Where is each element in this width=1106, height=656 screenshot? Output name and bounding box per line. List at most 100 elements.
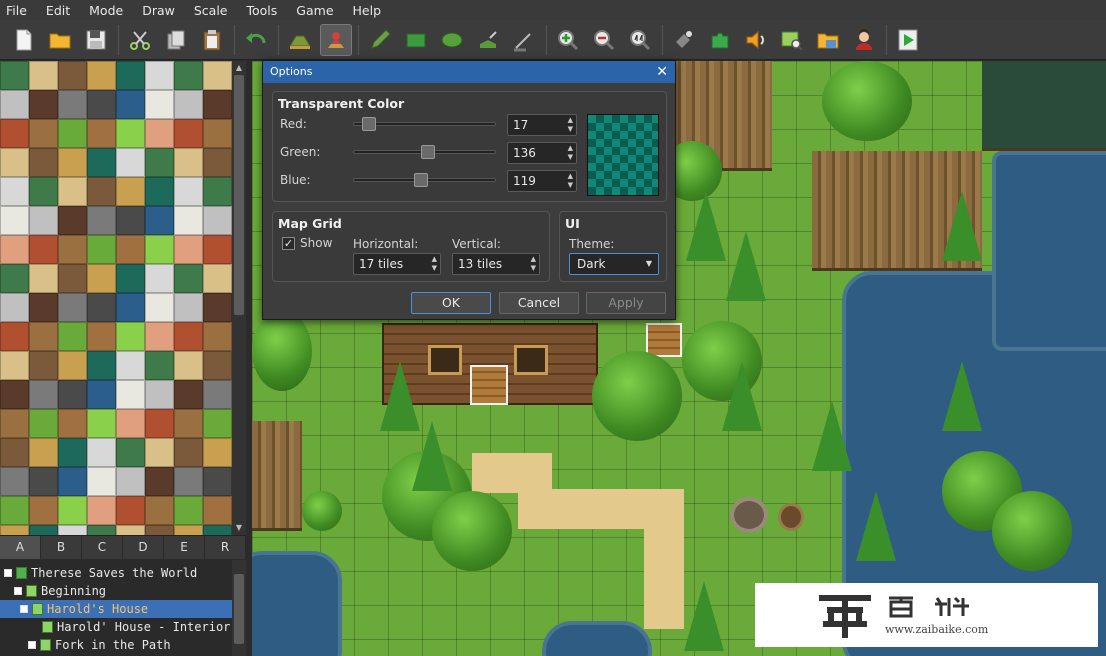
tree-item-project[interactable]: Therese Saves the World xyxy=(4,564,197,582)
tileset-tile[interactable] xyxy=(174,235,203,264)
green-slider-handle[interactable] xyxy=(421,145,436,159)
tileset-tile[interactable] xyxy=(145,525,174,535)
tileset-tile[interactable] xyxy=(174,409,203,438)
tileset-tile[interactable] xyxy=(58,148,87,177)
tileset-tile[interactable] xyxy=(203,409,232,438)
tileset-tile[interactable] xyxy=(0,293,29,322)
character-generator-button[interactable] xyxy=(848,24,880,56)
collapse-icon[interactable] xyxy=(14,587,22,595)
menu-file[interactable]: File xyxy=(6,3,27,18)
tileset-tile[interactable] xyxy=(203,525,232,535)
red-slider-handle[interactable] xyxy=(362,117,377,131)
tileset-tile[interactable] xyxy=(174,438,203,467)
tileset-tile[interactable] xyxy=(29,61,58,90)
undo-button[interactable] xyxy=(240,24,272,56)
paste-button[interactable] xyxy=(196,24,228,56)
tileset-tile[interactable] xyxy=(116,351,145,380)
tileset-tile[interactable] xyxy=(29,380,58,409)
tree-item-harolds-house-interior[interactable]: Harold' House - Interior xyxy=(42,618,230,636)
tileset-scrollbar[interactable]: ▲ ▼ xyxy=(232,61,246,535)
tileset-tile[interactable] xyxy=(58,90,87,119)
tileset-tile[interactable] xyxy=(58,438,87,467)
tileset-tile[interactable] xyxy=(0,525,29,535)
tileset-tile[interactable] xyxy=(0,206,29,235)
menu-scale[interactable]: Scale xyxy=(194,3,228,18)
scroll-down-icon[interactable]: ▼ xyxy=(232,521,246,535)
apply-button[interactable]: Apply xyxy=(586,292,666,314)
tileset-tile[interactable] xyxy=(145,322,174,351)
pencil-button[interactable] xyxy=(364,24,396,56)
menu-edit[interactable]: Edit xyxy=(46,3,70,18)
tileset-tile[interactable] xyxy=(58,61,87,90)
tileset-tile[interactable] xyxy=(145,467,174,496)
tileset-tile[interactable] xyxy=(58,206,87,235)
tileset-tile[interactable] xyxy=(116,119,145,148)
spin-arrows-icon[interactable]: ▲ ▼ xyxy=(568,116,573,134)
close-icon[interactable]: ✕ xyxy=(656,61,668,83)
tileset-tile[interactable] xyxy=(87,380,116,409)
menu-mode[interactable]: Mode xyxy=(89,3,123,18)
tileset-tile[interactable] xyxy=(116,61,145,90)
spin-arrows-icon[interactable]: ▲ ▼ xyxy=(568,172,573,190)
tileset-tile[interactable] xyxy=(0,322,29,351)
tree-item-fork-in-the-path[interactable]: Fork in the Path xyxy=(28,636,171,654)
playtest-button[interactable] xyxy=(892,24,924,56)
tileset-tile[interactable] xyxy=(116,380,145,409)
tileset-tile[interactable] xyxy=(0,235,29,264)
theme-select[interactable]: Dark ▼ xyxy=(569,253,659,275)
event-layer-button[interactable] xyxy=(320,23,352,56)
tileset-tile[interactable] xyxy=(87,264,116,293)
tileset-tile[interactable] xyxy=(174,351,203,380)
tileset-tile[interactable] xyxy=(0,409,29,438)
collapse-icon[interactable] xyxy=(4,569,12,577)
map-tree-scrollbar[interactable] xyxy=(232,560,246,656)
tileset-tile[interactable] xyxy=(29,293,58,322)
tileset-tile[interactable] xyxy=(116,177,145,206)
tileset-tile[interactable] xyxy=(29,264,58,293)
tileset-tile[interactable] xyxy=(29,467,58,496)
tileset-tile[interactable] xyxy=(145,409,174,438)
tileset-tile[interactable] xyxy=(0,496,29,525)
tileset-tile[interactable] xyxy=(0,467,29,496)
tileset-tile[interactable] xyxy=(58,322,87,351)
tileset-tile[interactable] xyxy=(145,235,174,264)
rectangle-button[interactable] xyxy=(400,24,432,56)
red-spinbox[interactable]: 17 ▲ ▼ xyxy=(507,114,577,136)
tileset-tile[interactable] xyxy=(145,438,174,467)
tileset-tile[interactable] xyxy=(0,119,29,148)
tileset-tile[interactable] xyxy=(203,496,232,525)
ellipse-button[interactable] xyxy=(436,24,468,56)
tileset-tile[interactable] xyxy=(116,235,145,264)
tileset-tile[interactable] xyxy=(0,177,29,206)
tileset-tile[interactable] xyxy=(0,264,29,293)
tileset-tile[interactable] xyxy=(58,409,87,438)
tileset-tile[interactable] xyxy=(29,90,58,119)
blue-spinbox[interactable]: 119 ▲ ▼ xyxy=(507,170,577,192)
tileset-tile[interactable] xyxy=(87,119,116,148)
tileset-tile[interactable] xyxy=(29,438,58,467)
tileset-tile[interactable] xyxy=(58,293,87,322)
tileset-tile[interactable] xyxy=(29,235,58,264)
tileset-tile[interactable] xyxy=(145,496,174,525)
tileset-tile[interactable] xyxy=(174,61,203,90)
blue-slider-handle[interactable] xyxy=(413,173,428,187)
tileset-tile[interactable] xyxy=(29,322,58,351)
new-project-button[interactable] xyxy=(8,24,40,56)
tileset-tile[interactable] xyxy=(58,525,87,535)
horizontal-spinbox[interactable]: 17 tiles ▲ ▼ xyxy=(353,253,441,275)
flood-fill-button[interactable] xyxy=(472,24,504,56)
tileset-tile[interactable] xyxy=(87,409,116,438)
tileset-tile[interactable] xyxy=(87,467,116,496)
tileset-tile[interactable] xyxy=(145,206,174,235)
tileset-tile[interactable] xyxy=(87,525,116,535)
open-project-button[interactable] xyxy=(44,24,76,56)
tab-a[interactable]: A xyxy=(0,536,41,559)
resource-manager-button[interactable] xyxy=(812,24,844,56)
tileset-tile[interactable] xyxy=(29,148,58,177)
tileset-tile[interactable] xyxy=(58,119,87,148)
tileset-tile[interactable] xyxy=(116,322,145,351)
tab-b[interactable]: B xyxy=(41,536,82,559)
tileset-tile[interactable] xyxy=(174,467,203,496)
tileset-tile[interactable] xyxy=(58,351,87,380)
tileset-tile[interactable] xyxy=(58,380,87,409)
